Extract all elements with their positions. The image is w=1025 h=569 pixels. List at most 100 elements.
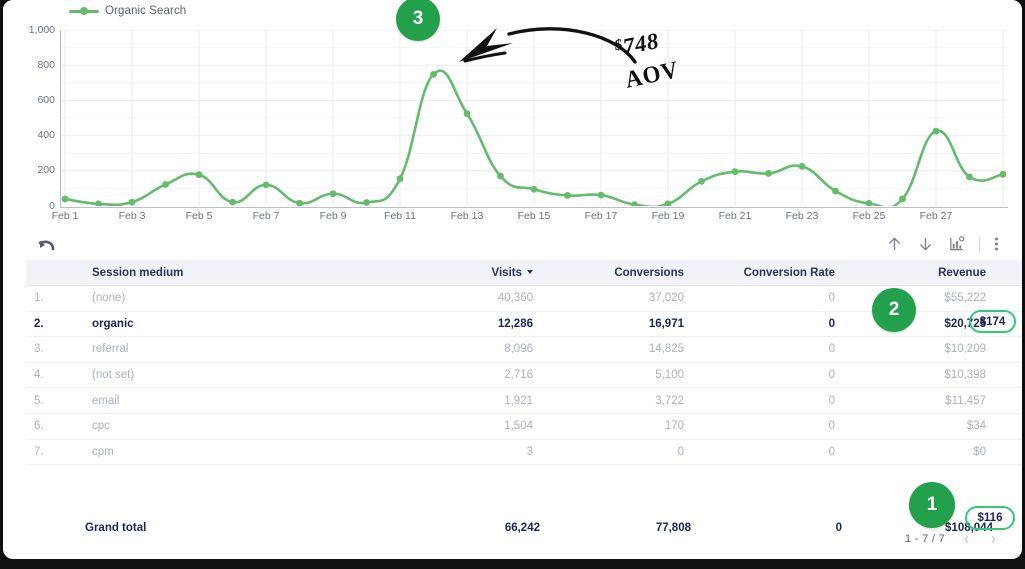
cell-session-medium: cpm <box>84 439 400 466</box>
data-point[interactable] <box>564 192 571 199</box>
table-row[interactable]: 7.cpm300$0null <box>26 439 1022 466</box>
highlight-aov-grand-total-value: $116 <box>977 512 1003 524</box>
cell-conversion-rate: 0 <box>692 311 843 338</box>
chart-insights-icon[interactable] <box>948 235 965 253</box>
table-header-row: Session medium Visits Conversions Conver… <box>26 260 1022 286</box>
cell-conversion-rate: 0 <box>692 439 843 466</box>
col-header-rank <box>26 260 84 286</box>
highlight-ring-aov-organic: $174 <box>969 310 1016 333</box>
data-point[interactable] <box>162 181 169 188</box>
cell-session-medium: referral <box>84 336 400 363</box>
data-point[interactable] <box>128 198 136 206</box>
more-vertical-icon[interactable] <box>994 235 999 253</box>
cell-visits: 2,716 <box>400 362 541 389</box>
line-chart-svg <box>61 30 1007 206</box>
table-toolbar <box>3 232 1022 260</box>
data-point[interactable] <box>899 195 906 203</box>
data-point[interactable] <box>296 199 303 206</box>
data-point[interactable] <box>832 187 839 195</box>
y-tick-400: 400 <box>37 129 55 141</box>
cell-conversions: 16,971 <box>541 311 692 338</box>
data-point[interactable] <box>631 201 638 206</box>
data-point[interactable] <box>664 200 672 206</box>
legend-label: Organic Search <box>105 5 187 17</box>
chart-plot-area[interactable] <box>60 30 1008 208</box>
cell-rank: 4. <box>26 362 84 389</box>
cell-session-medium: organic <box>84 311 400 338</box>
cell-session-medium: (not set) <box>84 362 400 389</box>
col-header-average-order-value[interactable]: Average Order Value <box>994 260 1022 286</box>
col-header-visits-label: Visits <box>491 266 522 279</box>
table-spacer-cell <box>26 465 1022 511</box>
data-point[interactable] <box>195 171 203 179</box>
x-tick-label: Feb 3 <box>118 210 146 222</box>
data-point[interactable] <box>597 191 605 199</box>
cell-visits: 1,504 <box>400 413 541 440</box>
annotation-amount: 748 <box>620 28 661 60</box>
chart-legend[interactable]: Organic Search <box>69 5 186 17</box>
col-header-session-medium[interactable]: Session medium <box>84 260 400 286</box>
data-point[interactable] <box>731 168 739 176</box>
cell-session-medium: (none) <box>84 285 400 312</box>
cell-rank: 2. <box>26 311 84 338</box>
cell-session-medium: cpc <box>84 413 400 440</box>
table-row[interactable]: 5.email1,9213,7220$11,457$140 <box>26 387 1022 414</box>
cell-average-order-value: $162 <box>994 362 1022 389</box>
cell-visits: 8,096 <box>400 336 541 363</box>
highlight-aov-organic-value: $174 <box>979 315 1006 328</box>
cell-visits: 1,921 <box>400 387 541 414</box>
data-point[interactable] <box>698 177 705 185</box>
data-point[interactable] <box>765 170 772 177</box>
pagination-prev-button[interactable]: ‹ <box>961 531 972 546</box>
x-tick-label: Feb 27 <box>919 210 953 222</box>
data-point[interactable] <box>463 110 471 117</box>
col-header-visits[interactable]: Visits <box>400 260 541 286</box>
cell-revenue: $11,457 <box>843 387 994 414</box>
arrow-down-icon[interactable] <box>917 235 934 253</box>
cell-revenue: $55,222 <box>843 285 994 312</box>
data-point[interactable] <box>497 172 504 180</box>
data-point[interactable] <box>530 185 538 193</box>
cell-rank: 7. <box>26 439 84 466</box>
col-header-conversion-rate[interactable]: Conversion Rate <box>692 260 843 286</box>
annotation-badge-1: 1 <box>909 482 955 528</box>
data-point[interactable] <box>798 163 806 170</box>
data-point[interactable] <box>363 199 370 206</box>
cell-average-order-value: $34 <box>994 413 1022 440</box>
undo-icon[interactable] <box>36 237 56 255</box>
sort-descending-icon[interactable] <box>527 269 533 274</box>
window-bottom-edge <box>0 559 1025 569</box>
data-point[interactable] <box>966 173 973 181</box>
x-tick-label: Feb 19 <box>651 210 685 222</box>
data-point[interactable] <box>262 181 270 189</box>
legend-line-marker-icon <box>69 6 99 16</box>
grand-total-row: Grand total 66,242 77,808 0 $108,044 <box>26 510 1022 546</box>
cell-rank: 5. <box>26 387 84 414</box>
data-point[interactable] <box>61 195 69 203</box>
data-point[interactable] <box>95 200 102 206</box>
cell-rank: 6. <box>26 413 84 440</box>
table-row[interactable]: 6.cpc1,5041700$34$34 <box>26 413 1022 440</box>
cell-average-order-value: $102 <box>994 285 1022 312</box>
data-point[interactable] <box>430 70 437 78</box>
cell-conversions: 14,825 <box>541 336 692 363</box>
cell-revenue: $0 <box>843 439 994 466</box>
data-point[interactable] <box>865 199 873 206</box>
table-row[interactable]: 4.(not set)2,7165,1000$10,398$162 <box>26 362 1022 389</box>
table-row[interactable]: 3.referral8,09614,8250$10,209$84 <box>26 336 1022 363</box>
col-header-revenue[interactable]: Revenue <box>843 260 994 286</box>
col-header-conversions[interactable]: Conversions <box>541 260 692 286</box>
data-point[interactable] <box>396 175 404 183</box>
cell-revenue: $10,209 <box>843 336 994 363</box>
y-axis-labels: 1,000 800 600 400 200 0 <box>3 24 55 212</box>
arrow-up-icon[interactable] <box>886 235 903 253</box>
data-point[interactable] <box>932 127 940 135</box>
data-point[interactable] <box>329 190 337 198</box>
pagination: 1 - 7 / 7 ‹ › <box>905 531 999 546</box>
cell-visits: 12,286 <box>400 311 541 338</box>
pagination-next-button[interactable]: › <box>988 531 999 546</box>
data-point[interactable] <box>999 170 1007 178</box>
cell-conversion-rate: 0 <box>692 387 843 414</box>
x-tick-label: Feb 13 <box>450 210 484 222</box>
data-point[interactable] <box>229 198 236 206</box>
